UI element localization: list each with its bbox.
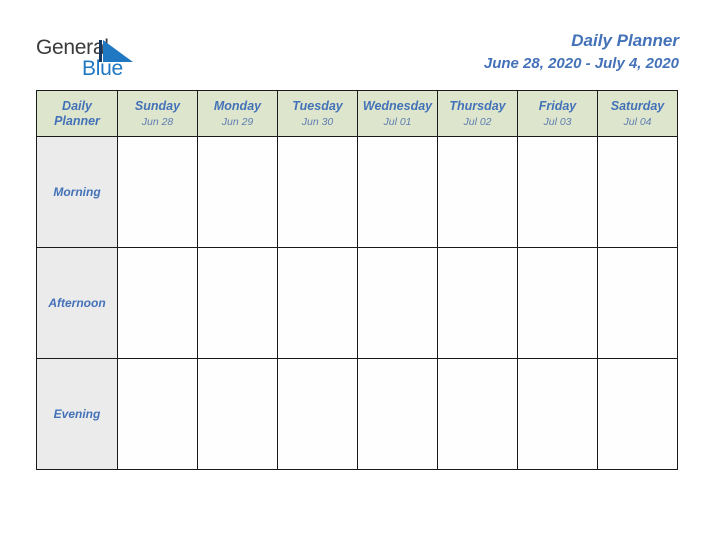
- day-date: Jul 01: [383, 115, 412, 128]
- slot-afternoon-sunday[interactable]: [117, 247, 198, 359]
- slot-afternoon-monday[interactable]: [197, 247, 278, 359]
- slot-morning-tuesday[interactable]: [277, 136, 358, 248]
- day-name: Monday: [213, 98, 262, 113]
- column-header-wednesday: Wednesday Jul 01: [357, 90, 438, 137]
- slot-morning-saturday[interactable]: [597, 136, 678, 248]
- brand-name-blue: Blue: [82, 57, 123, 80]
- slot-afternoon-saturday[interactable]: [597, 247, 678, 359]
- column-header-friday: Friday Jul 03: [517, 90, 598, 137]
- day-name: Thursday: [449, 98, 506, 113]
- day-date: Jun 30: [301, 115, 334, 128]
- slot-afternoon-tuesday[interactable]: [277, 247, 358, 359]
- slot-evening-saturday[interactable]: [597, 358, 678, 470]
- slot-evening-friday[interactable]: [517, 358, 598, 470]
- slot-afternoon-wednesday[interactable]: [357, 247, 438, 359]
- day-date: Jun 28: [141, 115, 174, 128]
- page-header: General Blue Daily Planner June 28, 2020…: [0, 0, 712, 90]
- row-label-afternoon: Afternoon: [36, 247, 118, 359]
- title-block: Daily Planner June 28, 2020 - July 4, 20…: [484, 30, 679, 74]
- day-date: Jul 03: [543, 115, 572, 128]
- corner-label-line1: Daily: [62, 98, 92, 113]
- slot-evening-wednesday[interactable]: [357, 358, 438, 470]
- row-label-evening: Evening: [36, 358, 118, 470]
- slot-evening-sunday[interactable]: [117, 358, 198, 470]
- table-header-row: Daily Planner Sunday Jun 28 Monday Jun 2…: [36, 90, 678, 137]
- slot-morning-monday[interactable]: [197, 136, 278, 248]
- row-label-morning: Morning: [36, 136, 118, 248]
- day-name: Tuesday: [292, 98, 343, 113]
- slot-afternoon-friday[interactable]: [517, 247, 598, 359]
- slot-evening-monday[interactable]: [197, 358, 278, 470]
- table-row: Afternoon: [36, 247, 678, 359]
- day-date: Jun 29: [221, 115, 254, 128]
- brand-logo: General Blue: [36, 36, 216, 82]
- slot-evening-thursday[interactable]: [437, 358, 518, 470]
- corner-label-line2: Planner: [54, 113, 100, 128]
- day-date: Jul 02: [463, 115, 492, 128]
- column-header-thursday: Thursday Jul 02: [437, 90, 518, 137]
- table-row: Morning: [36, 136, 678, 248]
- day-name: Wednesday: [362, 98, 433, 113]
- slot-afternoon-thursday[interactable]: [437, 247, 518, 359]
- slot-morning-thursday[interactable]: [437, 136, 518, 248]
- daily-planner-table: Daily Planner Sunday Jun 28 Monday Jun 2…: [36, 90, 678, 470]
- table-row: Evening: [36, 358, 678, 470]
- slot-morning-friday[interactable]: [517, 136, 598, 248]
- day-name: Sunday: [134, 98, 181, 113]
- day-name: Friday: [538, 98, 577, 113]
- page-title: Daily Planner: [571, 31, 679, 50]
- slot-morning-wednesday[interactable]: [357, 136, 438, 248]
- slot-morning-sunday[interactable]: [117, 136, 198, 248]
- day-name: Saturday: [610, 98, 665, 113]
- column-header-saturday: Saturday Jul 04: [597, 90, 678, 137]
- column-header-monday: Monday Jun 29: [197, 90, 278, 137]
- column-header-tuesday: Tuesday Jun 30: [277, 90, 358, 137]
- slot-evening-tuesday[interactable]: [277, 358, 358, 470]
- date-range: June 28, 2020 - July 4, 2020: [483, 55, 679, 72]
- column-header-sunday: Sunday Jun 28: [117, 90, 198, 137]
- day-date: Jul 04: [623, 115, 652, 128]
- table-corner-header: Daily Planner: [36, 90, 118, 137]
